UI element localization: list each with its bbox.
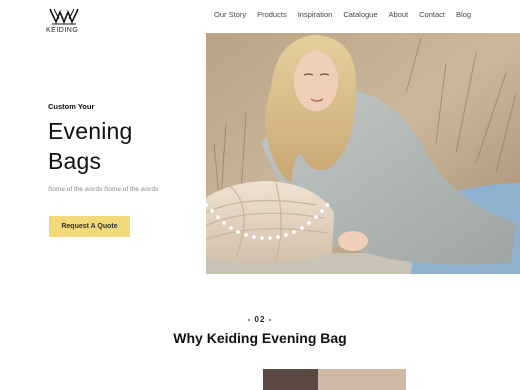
section-number: - 02 -	[247, 315, 273, 324]
hero-subtitle: Some of the words Some of the words	[48, 186, 159, 193]
main-nav: Our Story Products Inspiration Catalogue…	[214, 10, 471, 19]
nav-item-our-story[interactable]: Our Story	[214, 10, 246, 19]
brand-name: KEIDING	[46, 27, 79, 34]
product-gallery-preview	[263, 369, 406, 390]
hero-eyebrow: Custom Your	[48, 102, 95, 111]
request-quote-button[interactable]: Request A Quote	[49, 216, 130, 237]
nav-item-about[interactable]: About	[389, 10, 409, 19]
hero-title: Evening Bags	[48, 116, 198, 176]
nav-item-products[interactable]: Products	[257, 10, 287, 19]
section-title: Why Keiding Evening Bag	[173, 330, 347, 346]
model-with-clutch-photo	[206, 33, 520, 274]
crown-logo-icon	[49, 8, 79, 25]
nav-item-catalogue[interactable]: Catalogue	[343, 10, 377, 19]
nav-item-inspiration[interactable]: Inspiration	[298, 10, 333, 19]
nav-item-contact[interactable]: Contact	[419, 10, 445, 19]
gallery-image	[318, 369, 406, 390]
nav-item-blog[interactable]: Blog	[456, 10, 471, 19]
hero-image	[206, 33, 520, 274]
hero-text: Custom Your Evening Bags Some of the wor…	[48, 102, 198, 193]
hero-title-line2: Bags	[48, 148, 102, 174]
hero-title-line1: Evening	[48, 118, 133, 144]
brand-logo[interactable]: KEIDING	[46, 6, 82, 34]
gallery-image	[263, 369, 318, 390]
